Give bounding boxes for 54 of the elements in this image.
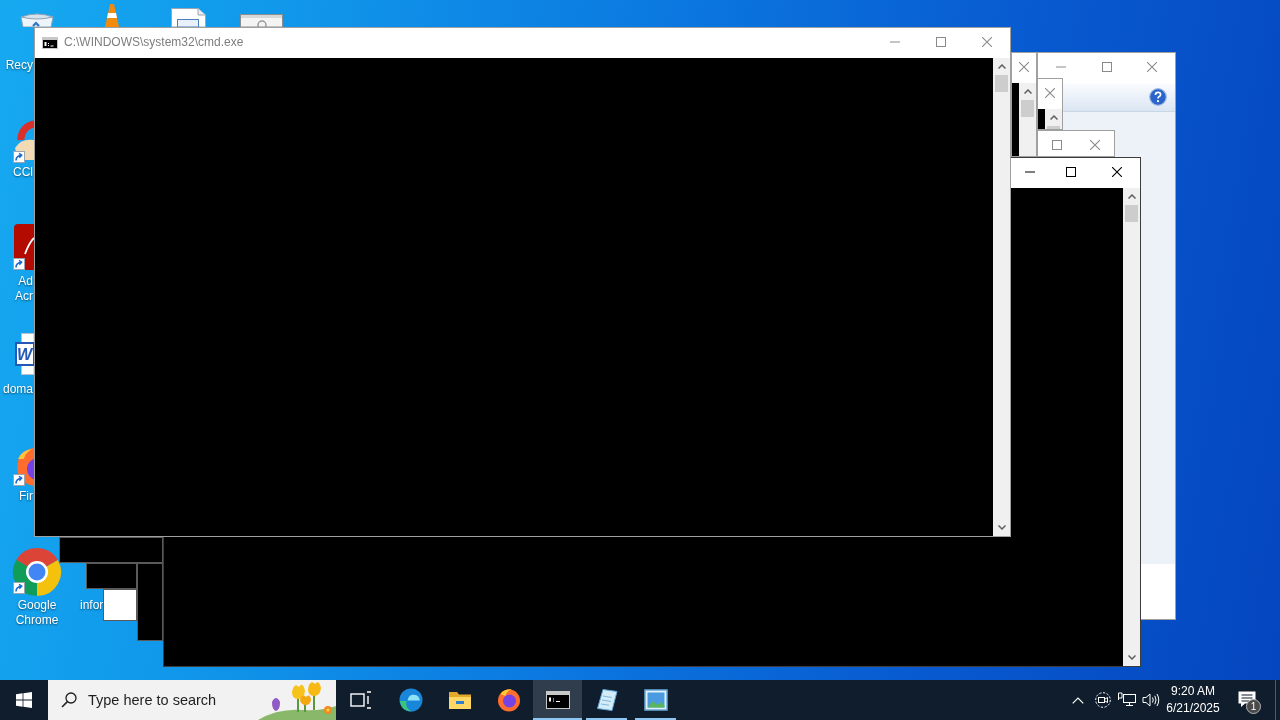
- close-icon: [1090, 140, 1100, 150]
- icon-label[interactable]: doma: [2, 382, 33, 397]
- taskbar-button[interactable]: [533, 680, 582, 720]
- icon-label[interactable]: infor: [80, 598, 104, 613]
- folder-icon: [447, 690, 472, 710]
- window-title: C:\WINDOWS\system32\cmd.exe: [64, 35, 244, 50]
- maximize-icon: [936, 37, 946, 47]
- minimize-icon: [890, 41, 900, 43]
- notification-badge: 1: [1246, 699, 1261, 714]
- close-icon: [1045, 88, 1055, 98]
- close-icon: [1112, 167, 1122, 177]
- window-icon[interactable]: [240, 14, 283, 27]
- icon-label[interactable]: Recy: [5, 58, 33, 73]
- close-icon: [1019, 62, 1029, 72]
- close-icon: [982, 37, 992, 47]
- chevron-up-icon: [1049, 115, 1058, 120]
- chevron-up-icon: [1127, 194, 1136, 199]
- flowers-icon: [258, 680, 336, 720]
- notepad-icon: [595, 688, 618, 712]
- browser-icon: [496, 688, 521, 712]
- maximize-icon: [1101, 62, 1112, 72]
- browser-icon[interactable]: [12, 547, 62, 597]
- chevron-up-icon: [1023, 89, 1032, 94]
- chevron-down-icon: [1127, 655, 1136, 660]
- windows-logo-icon: [16, 692, 32, 708]
- console-output: [1038, 109, 1045, 129]
- icon-label[interactable]: CCl: [13, 165, 33, 180]
- close-icon: [1147, 62, 1158, 72]
- search-box[interactable]: Type here to search: [48, 680, 336, 720]
- minimize-icon: [1024, 171, 1035, 173]
- browser-icon: [398, 688, 423, 712]
- task-view-icon: [350, 691, 372, 709]
- search-icon: [61, 692, 77, 708]
- notifications-button[interactable]: 1: [1223, 680, 1271, 720]
- chevron-down-icon: [997, 525, 1006, 530]
- network-icon: [1118, 692, 1136, 708]
- icon-label[interactable]: Fir: [19, 489, 33, 504]
- volume-icon: [1142, 692, 1160, 708]
- scroll-thumb[interactable]: [1125, 205, 1138, 222]
- maximize-icon: [1066, 167, 1076, 177]
- traffic-cone-icon[interactable]: [102, 4, 122, 27]
- clock[interactable]: 9:20 AM 6/21/2025: [1163, 680, 1223, 720]
- icon-label[interactable]: Ad Acr: [15, 274, 33, 304]
- chevron-up-icon: [1072, 696, 1084, 704]
- minimize-icon: [1055, 66, 1066, 68]
- console-icon: [42, 37, 58, 49]
- icon-label[interactable]: Google Chrome: [15, 598, 59, 628]
- chevron-up-icon: [997, 64, 1006, 69]
- picture-icon: [643, 689, 668, 711]
- document-icon[interactable]: [170, 8, 206, 27]
- console-icon: [545, 691, 570, 709]
- video-camera-icon: [1095, 692, 1111, 708]
- search-field[interactable]: Type here to search: [88, 690, 258, 710]
- maximize-icon: [1052, 140, 1062, 150]
